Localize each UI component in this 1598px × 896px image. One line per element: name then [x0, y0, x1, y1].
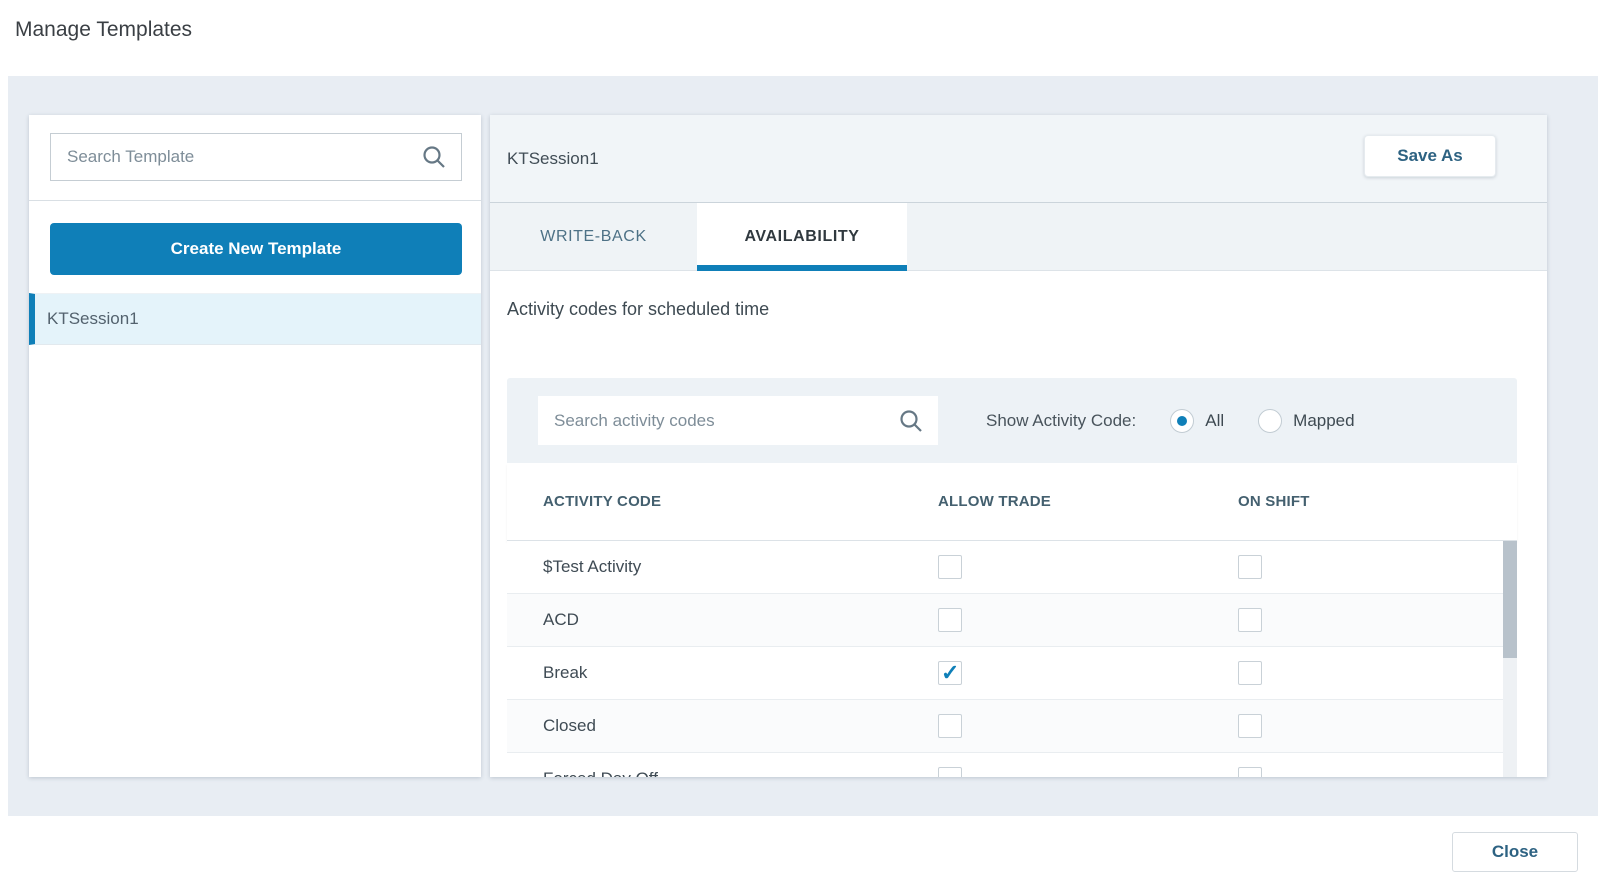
template-search-section	[29, 115, 481, 201]
allow-trade-checkbox[interactable]	[938, 608, 962, 632]
radio-option-label: Mapped	[1293, 411, 1354, 431]
activity-codes-table: Show Activity Code: All Mapped ACTIVITY …	[507, 378, 1517, 777]
template-list-panel: Create New Template KTSession1	[29, 115, 481, 777]
on-shift-checkbox[interactable]	[1238, 767, 1262, 777]
row-activity-code: Forced Day Off	[543, 753, 658, 777]
allow-trade-checkbox[interactable]	[938, 555, 962, 579]
search-icon	[898, 408, 924, 434]
activity-codes-toolbar: Show Activity Code: All Mapped	[507, 378, 1517, 463]
radio-group: All Mapped	[1136, 409, 1354, 433]
table-row: Break	[507, 647, 1517, 700]
table-row: $Test Activity	[507, 541, 1517, 594]
table-body: $Test Activity ACD Break Closed Forced D…	[507, 541, 1517, 777]
search-template-input[interactable]	[51, 147, 421, 167]
table-row: Forced Day Off	[507, 753, 1517, 777]
template-name-title: KTSession1	[507, 149, 599, 169]
on-shift-checkbox[interactable]	[1238, 555, 1262, 579]
allow-trade-checkbox[interactable]	[938, 714, 962, 738]
close-button[interactable]: Close	[1452, 832, 1578, 872]
section-heading: Activity codes for scheduled time	[507, 299, 1547, 320]
filter-label: Show Activity Code:	[986, 411, 1136, 431]
scrollbar-thumb[interactable]	[1503, 541, 1517, 658]
template-detail-panel: KTSession1 Save As WRITE-BACK AVAILABILI…	[490, 115, 1547, 777]
column-header-on-shift: ON SHIFT	[1238, 463, 1310, 540]
table-scrollbar[interactable]	[1503, 541, 1517, 777]
row-activity-code: $Test Activity	[543, 541, 641, 593]
tab-write-back[interactable]: WRITE-BACK	[490, 203, 697, 270]
search-icon	[421, 144, 447, 170]
row-activity-code: Break	[543, 647, 587, 699]
on-shift-checkbox[interactable]	[1238, 661, 1262, 685]
radio-option-mapped[interactable]: Mapped	[1258, 409, 1354, 433]
search-activity-codes-input[interactable]	[538, 411, 898, 431]
manage-templates-screen: Manage Templates Create New Template KTS…	[0, 0, 1598, 896]
table-header-row: ACTIVITY CODE ALLOW TRADE ON SHIFT	[507, 463, 1517, 541]
template-list-item[interactable]: KTSession1	[29, 293, 481, 345]
radio-option-label: All	[1205, 411, 1224, 431]
row-activity-code: ACD	[543, 594, 579, 646]
table-row: ACD	[507, 594, 1517, 647]
column-header-activity-code: ACTIVITY CODE	[543, 463, 661, 540]
template-detail-header: KTSession1 Save As	[490, 115, 1547, 203]
template-list: KTSession1	[29, 293, 481, 345]
radio-option-all[interactable]: All	[1170, 409, 1224, 433]
column-header-allow-trade: ALLOW TRADE	[938, 463, 1051, 540]
table-row: Closed	[507, 700, 1517, 753]
detail-tabs: WRITE-BACK AVAILABILITY	[490, 203, 1547, 271]
show-activity-code-filter: Show Activity Code: All Mapped	[986, 409, 1355, 433]
page-title: Manage Templates	[15, 18, 192, 42]
allow-trade-checkbox[interactable]	[938, 767, 962, 777]
activity-search-box	[538, 396, 938, 445]
availability-tab-content: Activity codes for scheduled time	[490, 299, 1547, 320]
on-shift-checkbox[interactable]	[1238, 608, 1262, 632]
radio-icon	[1170, 409, 1194, 433]
create-new-template-button[interactable]: Create New Template	[50, 223, 462, 275]
manage-templates-modal: Create New Template KTSession1 KTSession…	[8, 76, 1598, 816]
template-search-box	[50, 133, 462, 181]
on-shift-checkbox[interactable]	[1238, 714, 1262, 738]
tab-availability[interactable]: AVAILABILITY	[697, 203, 907, 270]
save-as-button[interactable]: Save As	[1364, 135, 1496, 177]
allow-trade-checkbox[interactable]	[938, 661, 962, 685]
radio-icon	[1258, 409, 1282, 433]
row-activity-code: Closed	[543, 700, 596, 752]
